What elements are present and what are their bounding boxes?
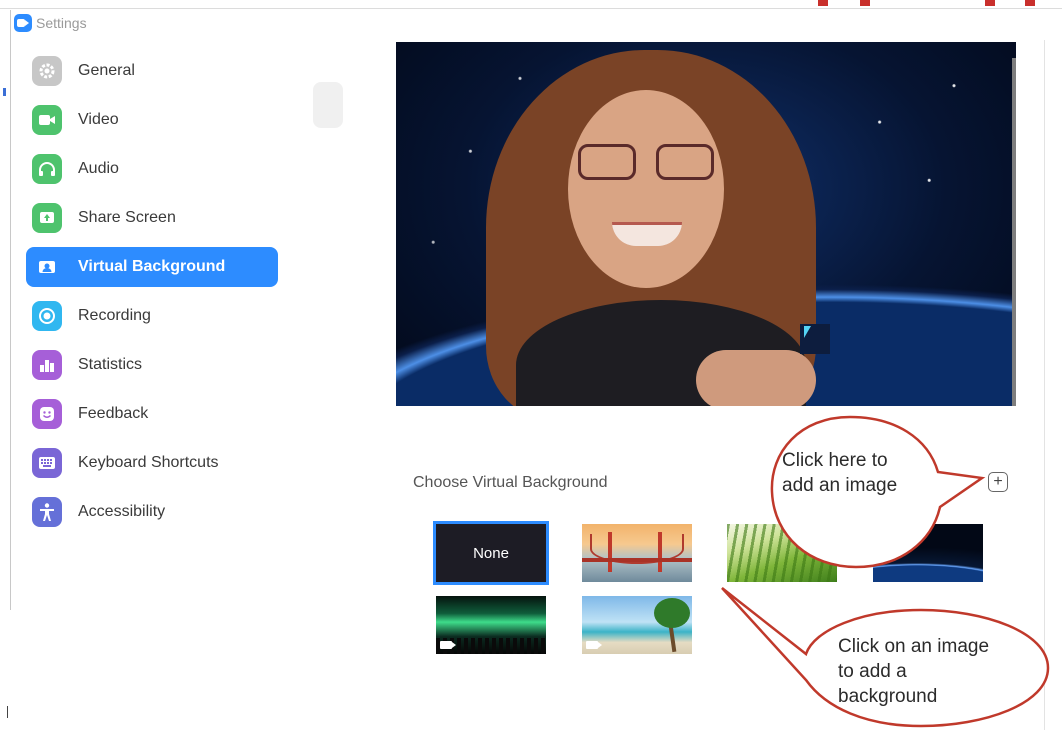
zoom-logo-icon [14, 14, 32, 32]
callout-add-image-text: Click here to add an image [782, 450, 898, 496]
headphones-icon [32, 154, 62, 184]
sidebar-item-general[interactable]: General [26, 51, 278, 91]
sidebar-item-label: Keyboard Shortcuts [78, 454, 219, 471]
participant-face [568, 90, 724, 288]
sidebar-item-keyboard-shortcuts[interactable]: Keyboard Shortcuts [26, 443, 278, 483]
sidebar-item-recording[interactable]: Recording [26, 296, 278, 336]
palm-leaves [654, 598, 690, 628]
background-window-strip [0, 0, 1062, 9]
video-camera-icon [586, 641, 602, 649]
sidebar-item-share-screen[interactable]: Share Screen [26, 198, 278, 238]
choose-virtual-background-label: Choose Virtual Background [413, 474, 608, 491]
window-title-bar: Settings [14, 14, 87, 32]
window-border [10, 10, 11, 610]
background-thumb-aurora[interactable] [436, 596, 546, 654]
sidebar-item-accessibility[interactable]: Accessibility [26, 492, 278, 532]
person-card-icon [32, 252, 62, 282]
background-text-fragment [20, 0, 24, 8]
sidebar-item-label: Audio [78, 160, 119, 177]
settings-sidebar: General Video Audio Share Screen Virtual… [26, 51, 278, 541]
sidebar-item-label: Accessibility [78, 503, 166, 520]
callout-click-image-text: Click on an image to add a background [838, 636, 990, 707]
participant-hand [696, 350, 816, 406]
background-tab-marker [860, 0, 870, 6]
sidebar-item-label: General [78, 62, 135, 79]
sidebar-item-label: Video [78, 111, 119, 128]
sidebar-item-label: Virtual Background [78, 258, 226, 275]
sidebar-item-feedback[interactable]: Feedback [26, 394, 278, 434]
background-thumb-none[interactable]: None [433, 521, 549, 585]
record-icon [32, 301, 62, 331]
participant-image [486, 50, 816, 406]
background-thumb-label: None [473, 544, 509, 562]
bridge-tower [658, 532, 662, 572]
camera-icon [32, 105, 62, 135]
bar-chart-icon [32, 350, 62, 380]
bridge-tower [608, 532, 612, 572]
sidebar-item-statistics[interactable]: Statistics [26, 345, 278, 385]
background-thumb-beach[interactable] [582, 596, 692, 654]
share-screen-icon [32, 203, 62, 233]
smiley-icon [32, 399, 62, 429]
participant-glasses [578, 144, 636, 180]
background-blank-area [12, 604, 182, 724]
background-tab-marker [985, 0, 995, 6]
window-edge-mark [3, 88, 6, 96]
background-thumb-bridge[interactable] [582, 524, 692, 582]
background-smudge [313, 82, 343, 128]
sidebar-item-video[interactable]: Video [26, 100, 278, 140]
keyboard-icon [32, 448, 62, 478]
accessibility-icon [32, 497, 62, 527]
gear-icon [32, 56, 62, 86]
window-title: Settings [36, 15, 87, 31]
background-tab-marker [818, 0, 828, 6]
mouse-cursor-icon [800, 324, 830, 354]
background-tab-marker [1025, 0, 1035, 6]
video-camera-icon [440, 641, 456, 649]
sidebar-item-audio[interactable]: Audio [26, 149, 278, 189]
sidebar-item-label: Recording [78, 307, 151, 324]
sidebar-item-virtual-background[interactable]: Virtual Background [26, 247, 278, 287]
sidebar-item-label: Feedback [78, 405, 149, 422]
participant-glasses [656, 144, 714, 180]
window-edge-mark [7, 706, 8, 718]
video-preview-edge [1012, 58, 1016, 406]
video-preview [396, 42, 1016, 406]
sidebar-item-label: Share Screen [78, 209, 176, 226]
sidebar-item-label: Statistics [78, 356, 143, 373]
bridge-deck [582, 558, 692, 562]
